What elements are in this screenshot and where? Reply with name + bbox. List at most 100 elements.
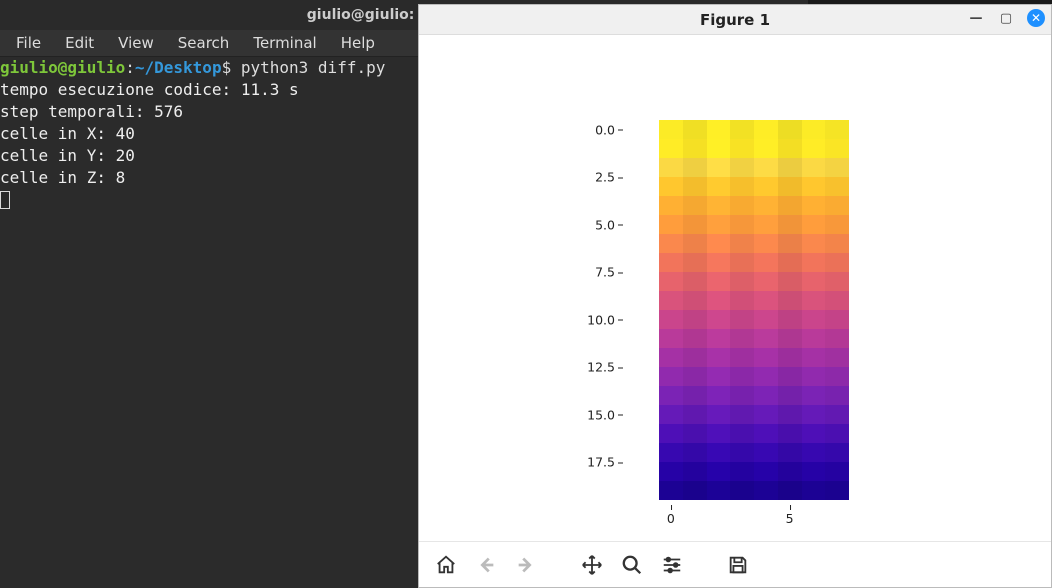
cursor-icon bbox=[0, 191, 10, 209]
heatmap-cell bbox=[754, 481, 778, 500]
figure-toolbar bbox=[419, 541, 1051, 587]
forward-button[interactable] bbox=[511, 550, 541, 580]
heatmap-cell bbox=[659, 310, 683, 329]
heatmap-cell bbox=[825, 462, 849, 481]
heatmap-cell bbox=[778, 462, 802, 481]
heatmap-cell bbox=[802, 367, 826, 386]
heatmap-cell bbox=[825, 443, 849, 462]
heatmap-cell bbox=[754, 253, 778, 272]
heatmap-cell bbox=[683, 215, 707, 234]
heatmap-cell bbox=[683, 120, 707, 139]
heatmap-cell bbox=[683, 291, 707, 310]
home-button[interactable] bbox=[431, 550, 461, 580]
heatmap-cell bbox=[683, 386, 707, 405]
heatmap-cell bbox=[802, 310, 826, 329]
heatmap-cell bbox=[778, 424, 802, 443]
heatmap-cell bbox=[730, 120, 754, 139]
pan-button[interactable] bbox=[577, 550, 607, 580]
heatmap-cell bbox=[707, 120, 731, 139]
heatmap-cell bbox=[802, 272, 826, 291]
heatmap-cell bbox=[754, 139, 778, 158]
heatmap-cell bbox=[659, 386, 683, 405]
menu-edit[interactable]: Edit bbox=[55, 31, 104, 55]
heatmap-cell bbox=[778, 139, 802, 158]
minimize-button[interactable]: — bbox=[967, 9, 985, 27]
heatmap-cell bbox=[683, 272, 707, 291]
menu-view[interactable]: View bbox=[108, 31, 164, 55]
heatmap-cell bbox=[754, 120, 778, 139]
heatmap-cell bbox=[825, 139, 849, 158]
heatmap-cell bbox=[825, 481, 849, 500]
search-icon bbox=[621, 554, 643, 576]
heatmap-cell bbox=[707, 367, 731, 386]
heatmap-cell bbox=[825, 215, 849, 234]
arrow-left-icon bbox=[475, 554, 497, 576]
heatmap-cell bbox=[778, 215, 802, 234]
heatmap-cell bbox=[683, 348, 707, 367]
menu-terminal[interactable]: Terminal bbox=[243, 31, 326, 55]
heatmap-cell bbox=[683, 329, 707, 348]
heatmap-cell bbox=[659, 405, 683, 424]
subplots-button[interactable] bbox=[657, 550, 687, 580]
heatmap-cell bbox=[730, 481, 754, 500]
heatmap-cell bbox=[802, 348, 826, 367]
heatmap-cell bbox=[802, 291, 826, 310]
heatmap-cell bbox=[683, 367, 707, 386]
heatmap-cell bbox=[707, 234, 731, 253]
heatmap-cell bbox=[730, 405, 754, 424]
heatmap-cell bbox=[659, 348, 683, 367]
heatmap-cell bbox=[825, 120, 849, 139]
heatmap-cell bbox=[730, 234, 754, 253]
heatmap-cell bbox=[825, 405, 849, 424]
heatmap-cell bbox=[730, 196, 754, 215]
heatmap-cell bbox=[802, 405, 826, 424]
heatmap-cell bbox=[707, 196, 731, 215]
sliders-icon bbox=[661, 554, 683, 576]
heatmap-cell bbox=[730, 348, 754, 367]
heatmap-cell bbox=[802, 462, 826, 481]
heatmap-cell bbox=[683, 405, 707, 424]
heatmap-cell bbox=[659, 424, 683, 443]
heatmap-cell bbox=[778, 234, 802, 253]
heatmap-cell bbox=[707, 348, 731, 367]
maximize-button[interactable]: ▢ bbox=[997, 9, 1015, 27]
heatmap-cell bbox=[778, 291, 802, 310]
prompt-path: ~/Desktop bbox=[135, 58, 222, 77]
heatmap-cell bbox=[778, 386, 802, 405]
menu-file[interactable]: File bbox=[6, 31, 51, 55]
menu-search[interactable]: Search bbox=[168, 31, 240, 55]
heatmap-cell bbox=[802, 386, 826, 405]
figure-titlebar[interactable]: Figure 1 — ▢ ✕ bbox=[419, 5, 1051, 35]
heatmap-cell bbox=[730, 367, 754, 386]
heatmap-cell bbox=[802, 234, 826, 253]
heatmap-cell bbox=[825, 253, 849, 272]
close-button[interactable]: ✕ bbox=[1027, 9, 1045, 27]
figure-canvas[interactable]: 0.02.55.07.510.012.515.017.5 05 bbox=[419, 35, 1051, 541]
heatmap-cell bbox=[802, 481, 826, 500]
heatmap-cell bbox=[730, 424, 754, 443]
heatmap-cell bbox=[707, 443, 731, 462]
y-tick-label: 10.0 bbox=[587, 312, 615, 327]
heatmap-cell bbox=[730, 386, 754, 405]
heatmap-cell bbox=[683, 462, 707, 481]
heatmap-cell bbox=[754, 158, 778, 177]
back-button[interactable] bbox=[471, 550, 501, 580]
heatmap-cell bbox=[754, 405, 778, 424]
heatmap-cell bbox=[778, 158, 802, 177]
heatmap-cell bbox=[754, 177, 778, 196]
heatmap-cell bbox=[754, 386, 778, 405]
heatmap-cell bbox=[659, 329, 683, 348]
heatmap-cell bbox=[825, 424, 849, 443]
heatmap-cell bbox=[825, 196, 849, 215]
zoom-button[interactable] bbox=[617, 550, 647, 580]
heatmap-cell bbox=[754, 272, 778, 291]
heatmap-cell bbox=[659, 158, 683, 177]
move-icon bbox=[581, 554, 603, 576]
heatmap-cell bbox=[707, 272, 731, 291]
heatmap-cell bbox=[778, 443, 802, 462]
prompt-command: python3 diff.py bbox=[241, 58, 386, 77]
save-button[interactable] bbox=[723, 550, 753, 580]
heatmap-cell bbox=[707, 139, 731, 158]
arrow-right-icon bbox=[515, 554, 537, 576]
menu-help[interactable]: Help bbox=[331, 31, 385, 55]
